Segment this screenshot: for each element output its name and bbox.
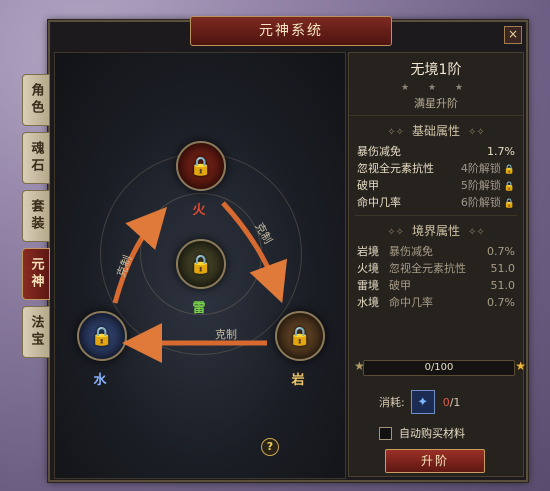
cost-have: 0	[442, 395, 450, 409]
star-rating: ★ ★ ★	[401, 83, 471, 93]
element-stage: 🔒 火 🔒 雷 🔒 水 🔒 岩 克制 克制 克制 ?	[54, 52, 346, 479]
star-progress-bar: ★ 0/100 ★	[354, 359, 526, 376]
info-panel: 无境1阶 ★ ★ ★ 满星升阶 ✧✧ 基础属性 ✧✧ 暴伤减免 1.7% 忽视全元素抗…	[348, 52, 526, 477]
attr-row: 暴伤减免 1.7%	[357, 145, 515, 158]
tab-character[interactable]: 角色	[22, 74, 50, 126]
progress-end-icon: ★	[515, 359, 526, 373]
ornament-icon: ✧✧	[387, 227, 404, 238]
window-title: 元神系统	[190, 16, 392, 46]
attr-row: 命中几率 6阶解锁	[349, 194, 523, 211]
help-icon[interactable]: ?	[261, 438, 279, 456]
relation-arrows	[112, 201, 288, 363]
auto-buy-label: 自动购买材料	[399, 427, 465, 440]
realm-title: 无境1阶	[410, 62, 462, 78]
progress-text: 0/100	[424, 362, 454, 373]
ornament-icon: ✧✧	[468, 227, 485, 238]
material-gem-icon[interactable]: ✦	[410, 390, 435, 414]
relation-label-rock-water: 克制	[215, 328, 237, 341]
close-button[interactable]: ×	[504, 26, 522, 44]
realm-attr-row: 岩境 暴伤减免 0.7%	[357, 245, 515, 258]
tab-treasure[interactable]: 法宝	[22, 306, 50, 358]
divider	[355, 215, 517, 216]
upgrade-button[interactable]: 升阶	[385, 449, 485, 473]
yuanshen-window: 元神系统 × 🔒 火 🔒 雷 🔒 水 🔒 岩 克制 克制 克制 ? 无境1阶 ★…	[48, 16, 528, 482]
attr-row: 破甲 5阶解锁	[349, 177, 523, 194]
ornament-icon: ✧✧	[387, 127, 404, 138]
ornament-icon: ✧✧	[468, 127, 485, 138]
star-status: 满星升阶	[349, 95, 523, 116]
progress-start-icon: ★	[354, 359, 365, 373]
tab-soulstone[interactable]: 魂石	[22, 132, 50, 184]
cost-need: /1	[449, 395, 461, 409]
realm-attrs-heading: ✧✧ 境界属性 ✧✧	[387, 224, 485, 238]
tab-set[interactable]: 套装	[22, 190, 50, 242]
auto-buy-row: 自动购买材料	[379, 425, 465, 441]
realm-attr-row: 火境 忽视全元素抗性 51.0	[357, 262, 515, 275]
cost-label: 消耗:	[379, 396, 405, 409]
realm-attr-row: 雷境 破甲 51.0	[357, 279, 515, 292]
realm-attr-row: 水境 命中几率 0.7%	[357, 296, 515, 309]
attr-row: 忽视全元素抗性 4阶解锁	[349, 160, 523, 177]
basic-attrs-heading: ✧✧ 基础属性 ✧✧	[387, 124, 485, 138]
realm-attrs-list: 岩境 暴伤减免 0.7% 火境 忽视全元素抗性 51.0 雷境 破甲 51.0 水境 命中几率…	[349, 243, 523, 311]
tab-yuanshen[interactable]: 元神	[22, 248, 50, 300]
auto-buy-checkbox[interactable]	[379, 426, 392, 440]
basic-attrs-list: 暴伤减免1.7% 忽视全元素抗性4阶解锁 破甲5阶解锁 命中几率6阶解锁	[349, 143, 523, 211]
arrow-fire-to-rock	[221, 201, 288, 304]
side-tabs: 角色 魂石 套装 元神 法宝	[22, 74, 50, 364]
cost-row: 消耗: ✦ 0/1	[379, 390, 460, 414]
